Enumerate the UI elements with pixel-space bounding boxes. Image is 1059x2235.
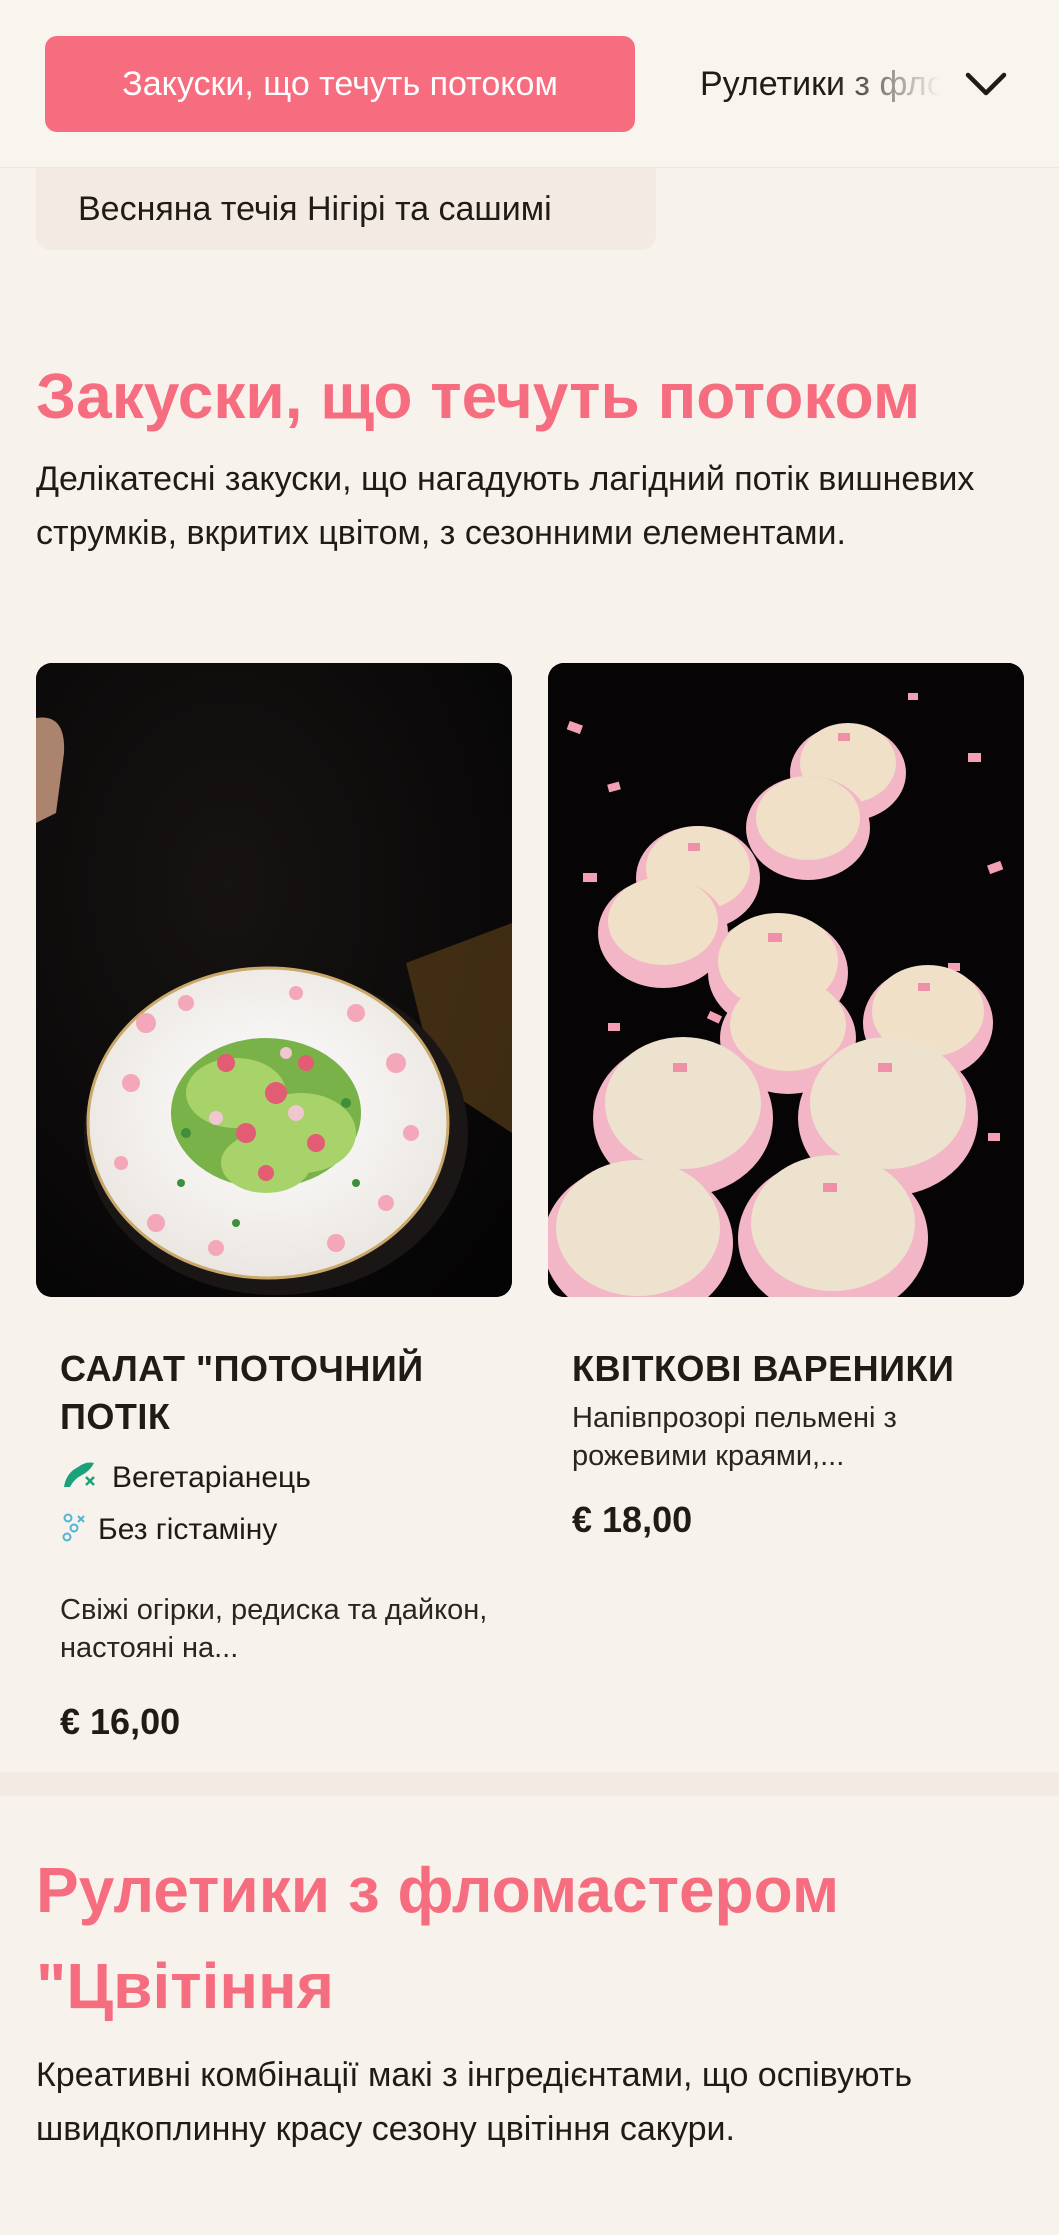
menu-item-image[interactable]: [548, 663, 1024, 1297]
dietary-tag: Вегетаріанець: [60, 1457, 488, 1499]
section-title: Закуски, що течуть потоком: [36, 360, 921, 432]
menu-item-image[interactable]: [36, 663, 512, 1297]
menu-item-card[interactable]: Квіткові вареники Напівпрозорі пельмені …: [548, 663, 1024, 1541]
menu-item-price: € 16,00: [60, 1701, 181, 1742]
chevron-down-icon[interactable]: [962, 60, 1010, 108]
section-description: Креативні комбінації макі з інгредієнтам…: [36, 2056, 913, 2148]
dietary-tag-label: Вегетаріанець: [112, 1461, 311, 1494]
menu-page: Закуски, що течуть потоком Рулетики з фл…: [0, 0, 1059, 2235]
menu-item-price: € 18,00: [572, 1499, 693, 1540]
menu-item-name: Квіткові вареники: [572, 1348, 955, 1389]
category-tab-next[interactable]: Рулетики з фломастером: [700, 36, 940, 132]
section-description: Делікатесні закуски, що нагадують лагідн…: [36, 460, 975, 552]
category-tab-active[interactable]: Закуски, що течуть потоком: [45, 36, 635, 132]
menu-item-card[interactable]: Салат "Поточний потік Вегетаріанець: [36, 663, 512, 1743]
menu-item-name: Салат "Поточний потік: [60, 1348, 424, 1437]
category-nav: Закуски, що течуть потоком Рулетики з фл…: [0, 0, 1059, 168]
vegetarian-icon: [60, 1457, 112, 1499]
histamine-free-icon: [60, 1510, 98, 1550]
section-title: Рулетики з фломастером "Цвітіння: [36, 1854, 840, 2022]
dietary-tag-label: Без гістаміну: [98, 1513, 278, 1546]
menu-item-description: Напівпрозорі пельмені з рожевими краями,…: [572, 1402, 897, 1472]
section-divider: [0, 1772, 1059, 1796]
dietary-tag: Без гістаміну: [60, 1509, 488, 1551]
menu-item-description: Свіжі огірки, редиска та дайкон, настоян…: [60, 1594, 488, 1664]
subcategory-chip[interactable]: Весняна течія Нігірі та сашимі: [36, 168, 656, 250]
